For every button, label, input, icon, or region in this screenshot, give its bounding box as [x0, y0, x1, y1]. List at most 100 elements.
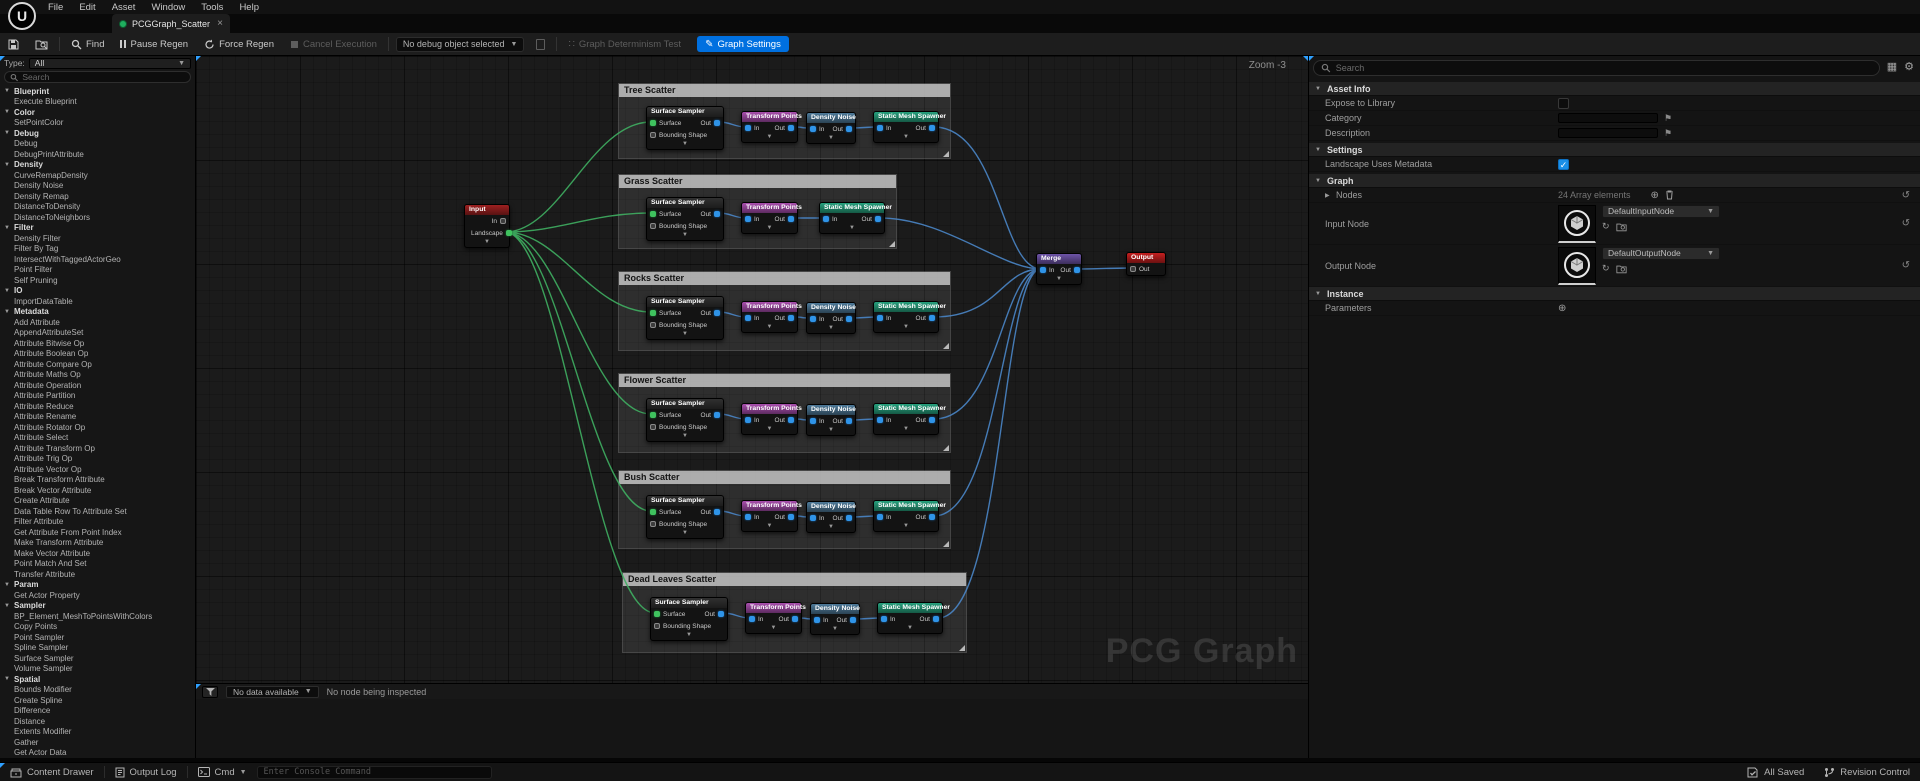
save-button[interactable]: [0, 33, 27, 56]
column-view-icon[interactable]: ▦: [1887, 60, 1897, 73]
palette-item[interactable]: Add Attribute: [0, 317, 195, 328]
group-resize-handle[interactable]: [943, 151, 949, 157]
graph-canvas[interactable]: PCG Graph Zoom -3 Tree Scatter Grass Scat…: [196, 56, 1308, 683]
section-settings[interactable]: ▼ Settings: [1309, 143, 1920, 157]
in-input-pin[interactable]: [881, 616, 887, 622]
output-node-dropdown[interactable]: DefaultOutputNode ▼: [1602, 246, 1720, 260]
palette-item[interactable]: Density Filter: [0, 233, 195, 244]
palette-item[interactable]: Attribute Transform Op: [0, 443, 195, 454]
surface-input-pin[interactable]: [650, 509, 656, 515]
palette-category-sampler[interactable]: ▼ Sampler: [0, 601, 195, 612]
palette-item[interactable]: Volume Sampler: [0, 664, 195, 675]
collapse-chevron-icon[interactable]: ▼: [746, 625, 801, 633]
palette-item[interactable]: Debug: [0, 139, 195, 150]
node-sms[interactable]: Static Mesh Spawner In Out ▼: [873, 403, 946, 435]
node-tp[interactable]: Transform Points In Out ▼: [741, 403, 802, 435]
collapse-chevron-icon[interactable]: ▼: [807, 325, 855, 333]
palette-category-spatial[interactable]: ▼ Spatial: [0, 674, 195, 685]
palette-item[interactable]: Attribute Reduce: [0, 401, 195, 412]
content-drawer-button[interactable]: Content Drawer: [0, 763, 104, 781]
in-input-pin[interactable]: [877, 417, 883, 423]
browse-asset-button[interactable]: [27, 33, 56, 56]
group-resize-handle[interactable]: [943, 541, 949, 547]
all-saved-indicator[interactable]: All Saved: [1737, 763, 1814, 781]
reset-to-default-icon[interactable]: ↺: [1902, 190, 1910, 201]
out-output-pin[interactable]: [846, 515, 852, 521]
browse-to-asset-icon[interactable]: [1615, 264, 1627, 274]
collapse-chevron-icon[interactable]: ▼: [742, 426, 797, 434]
group-title[interactable]: Grass Scatter: [619, 175, 896, 188]
palette-category-debug[interactable]: ▼ Debug: [0, 128, 195, 139]
input-node-dropdown[interactable]: DefaultInputNode ▼: [1602, 204, 1720, 218]
palette-item[interactable]: Difference: [0, 706, 195, 717]
node-sms[interactable]: Static Mesh Spawner In Out ▼: [877, 602, 950, 634]
palette-item[interactable]: AppendAttributeSet: [0, 328, 195, 339]
collapse-chevron-icon[interactable]: ▼: [874, 134, 938, 142]
palette-item[interactable]: Extents Modifier: [0, 727, 195, 738]
close-tab-icon[interactable]: ×: [217, 18, 223, 29]
node-tp[interactable]: Transform Points In Out ▼: [741, 111, 802, 143]
in-input-pin[interactable]: [877, 125, 883, 131]
group-title[interactable]: Bush Scatter: [619, 471, 950, 484]
palette-item[interactable]: Bounds Modifier: [0, 685, 195, 696]
graph-settings-button[interactable]: ✎ Graph Settings: [697, 36, 789, 52]
group-title[interactable]: Flower Scatter: [619, 374, 950, 387]
palette-item[interactable]: Attribute Partition: [0, 391, 195, 402]
bounding-shape-input-pin[interactable]: [650, 132, 656, 138]
palette-item[interactable]: Gather: [0, 737, 195, 748]
surface-input-pin[interactable]: [654, 611, 660, 617]
add-element-icon[interactable]: ⊕: [1651, 190, 1659, 201]
palette-item[interactable]: Attribute Maths Op: [0, 370, 195, 381]
palette-item[interactable]: Copy Points: [0, 622, 195, 633]
reset-to-default-icon[interactable]: ↺: [1902, 218, 1910, 229]
palette-item[interactable]: Density Remap: [0, 191, 195, 202]
node-ss[interactable]: Surface Sampler Surface Out Bounding Shape ▼: [646, 296, 724, 340]
collapse-chevron-icon[interactable]: ▼: [1037, 276, 1081, 284]
collapse-chevron-icon[interactable]: ▼: [647, 232, 723, 240]
trash-icon[interactable]: [1665, 190, 1674, 200]
in-input-pin[interactable]: [810, 126, 816, 132]
out-output-pin[interactable]: [788, 216, 794, 222]
node-tp[interactable]: Transform Points In Out ▼: [741, 500, 802, 532]
collapse-chevron-icon[interactable]: ▼: [807, 524, 855, 532]
out-output-pin[interactable]: [846, 418, 852, 424]
in-input-pin[interactable]: [810, 418, 816, 424]
use-selected-icon[interactable]: ↻: [1602, 263, 1610, 274]
output-node-thumbnail[interactable]: [1558, 246, 1596, 285]
menu-file[interactable]: File: [40, 2, 71, 13]
add-parameter-icon[interactable]: ⊕: [1558, 303, 1566, 314]
section-graph[interactable]: ▼ Graph: [1309, 174, 1920, 188]
out-output-pin[interactable]: [714, 211, 720, 217]
collapse-chevron-icon[interactable]: ▼: [742, 225, 797, 233]
collapse-chevron-icon[interactable]: ▼: [820, 225, 884, 233]
out-output-pin[interactable]: [929, 315, 935, 321]
out-output-pin[interactable]: [714, 120, 720, 126]
node-tp[interactable]: Transform Points In Out ▼: [745, 602, 806, 634]
collapse-chevron-icon[interactable]: ▼: [874, 523, 938, 531]
palette-category-io[interactable]: ▼ IO: [0, 286, 195, 297]
menu-asset[interactable]: Asset: [104, 2, 144, 13]
palette-item[interactable]: Self Pruning: [0, 275, 195, 286]
description-field[interactable]: [1558, 128, 1658, 138]
menu-edit[interactable]: Edit: [71, 2, 103, 13]
input-node-thumbnail[interactable]: [1558, 204, 1596, 243]
palette-item[interactable]: Attribute Rotator Op: [0, 422, 195, 433]
palette-item[interactable]: Attribute Vector Op: [0, 464, 195, 475]
collapse-chevron-icon[interactable]: ▼: [647, 141, 723, 149]
filter-button[interactable]: [202, 685, 218, 698]
palette-item[interactable]: Attribute Operation: [0, 380, 195, 391]
collapse-chevron-icon[interactable]: ▼: [742, 324, 797, 332]
out-output-pin[interactable]: [788, 417, 794, 423]
browse-to-asset-icon[interactable]: [1615, 222, 1627, 232]
palette-item[interactable]: DistanceToDensity: [0, 202, 195, 213]
node-tp[interactable]: Transform Points In Out ▼: [741, 202, 802, 234]
landscape-uses-metadata-checkbox[interactable]: ✓: [1558, 158, 1569, 170]
group-resize-handle[interactable]: [943, 445, 949, 451]
in-input-pin[interactable]: [745, 125, 751, 131]
out-output-pin[interactable]: [929, 514, 935, 520]
palette-item[interactable]: DistanceToNeighbors: [0, 212, 195, 223]
palette-item[interactable]: Attribute Select: [0, 433, 195, 444]
out-output-pin[interactable]: [714, 412, 720, 418]
bounding-shape-input-pin[interactable]: [654, 623, 660, 629]
category-field[interactable]: [1558, 113, 1658, 123]
